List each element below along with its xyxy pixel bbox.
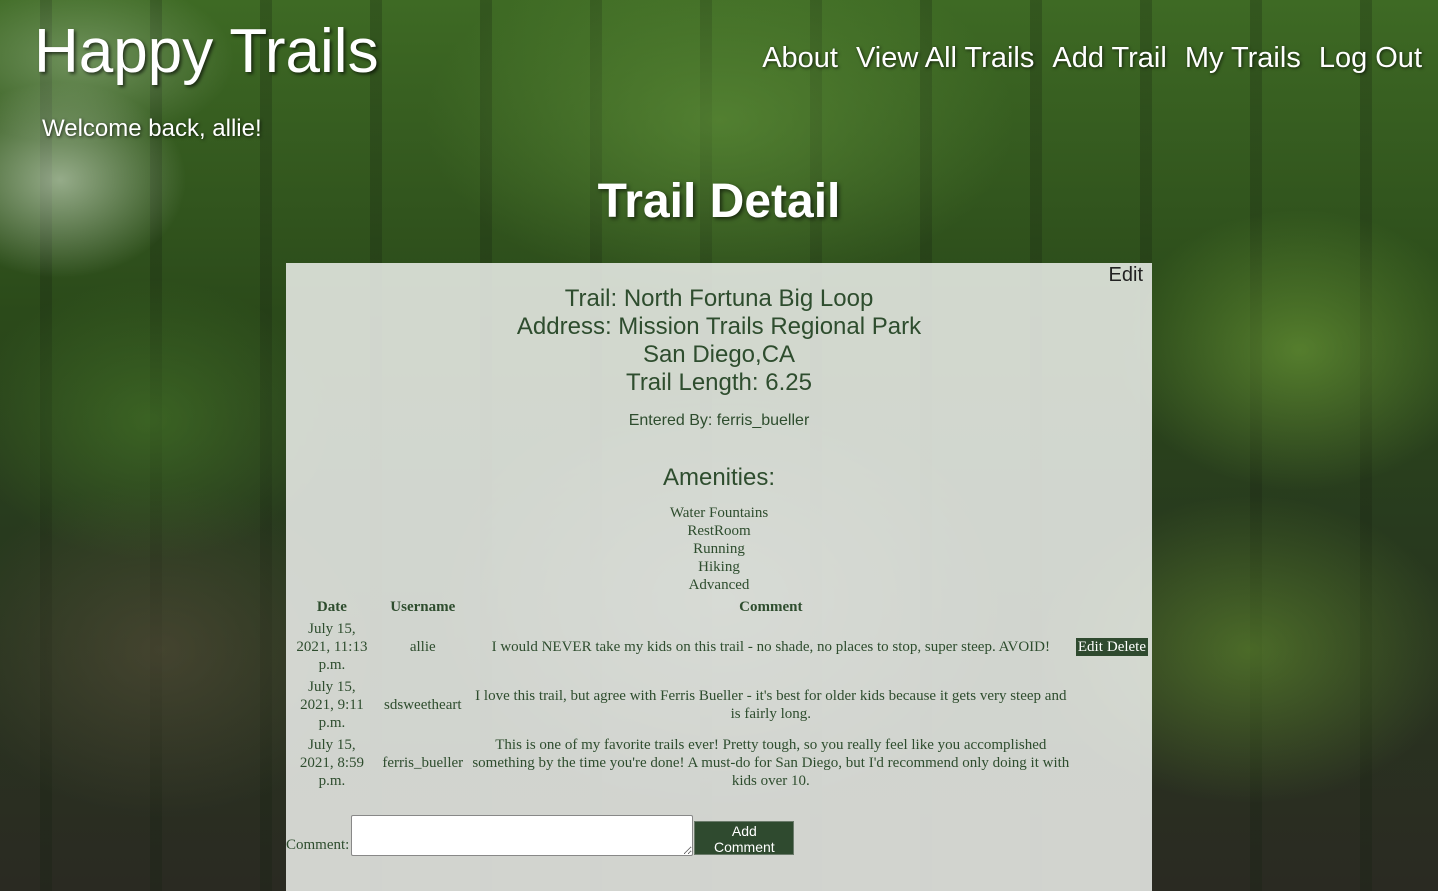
add-comment-form: Comment: Add Comment (286, 815, 795, 856)
comment-date: July 15, 2021, 9:11 p.m. (300, 679, 364, 731)
comment-date: July 15, 2021, 8:59 p.m. (299, 737, 364, 789)
amenities-heading: Amenities: (662, 464, 776, 491)
nav-view-all-trails[interactable]: View All Trails (856, 42, 1034, 75)
welcome-message: Welcome back, allie! (42, 115, 262, 142)
add-comment-button[interactable]: Add Comment (694, 821, 795, 855)
comment-username: ferris_bueller (382, 755, 464, 771)
comment-actions: Edit Delete (1074, 619, 1150, 675)
comment-actions (1074, 735, 1150, 791)
comment-username: allie (409, 639, 436, 655)
trail-detail-panel: Edit Trail: North Fortuna Big Loop Addre… (286, 263, 1152, 891)
comment-actions (1074, 677, 1150, 733)
comments-header-row: Date Username Comment (288, 598, 1150, 617)
comment-text: This is one of my favorite trails ever! … (472, 737, 1070, 789)
trail-city: San Diego,CA (642, 341, 796, 368)
amenity-item: Running (693, 541, 745, 557)
nav-add-trail[interactable]: Add Trail (1052, 42, 1166, 75)
comment-text: I love this trail, but agree with Ferris… (475, 688, 1067, 722)
amenities-list: Water Fountains RestRoom Running Hiking … (286, 504, 1152, 594)
delete-comment-button[interactable]: Delete (1104, 638, 1148, 656)
comment-username: sdsweetheart (384, 697, 462, 713)
edit-comment-button[interactable]: Edit (1075, 638, 1105, 656)
trail-length: Trail Length: 6.25 (626, 369, 812, 396)
nav-my-trails[interactable]: My Trails (1185, 42, 1301, 75)
table-row: July 15, 2021, 11:13 p.m. allie I would … (288, 619, 1150, 675)
comment-date: July 15, 2021, 11:13 p.m. (296, 621, 368, 673)
amenity-item: Advanced (688, 577, 750, 593)
header-username: Username (390, 599, 456, 615)
trail-info: Trail: North Fortuna Big Loop Address: M… (286, 285, 1152, 397)
entered-by: Entered By: ferris_bueller (628, 412, 810, 429)
comment-label: Comment: (286, 837, 350, 853)
amenity-item: Water Fountains (669, 505, 769, 521)
trail-address: Address: Mission Trails Regional Park (516, 313, 922, 340)
nav-log-out[interactable]: Log Out (1319, 42, 1422, 75)
table-row: July 15, 2021, 8:59 p.m. ferris_bueller … (288, 735, 1150, 791)
comments-table: Date Username Comment July 15, 2021, 11:… (286, 596, 1152, 793)
amenity-item: Hiking (698, 559, 740, 575)
trail-name: Trail: North Fortuna Big Loop (564, 285, 874, 312)
header-actions (1074, 598, 1150, 617)
main-nav: About View All Trails Add Trail My Trail… (762, 42, 1422, 75)
site-title[interactable]: Happy Trails (34, 16, 379, 87)
header-date: Date (316, 599, 347, 615)
comment-text: I would NEVER take my kids on this trail… (491, 639, 1051, 655)
comment-textarea[interactable] (351, 815, 694, 856)
nav-about[interactable]: About (762, 42, 838, 75)
amenity-item: RestRoom (687, 523, 751, 539)
table-row: July 15, 2021, 9:11 p.m. sdsweetheart I … (288, 677, 1150, 733)
edit-trail-link[interactable]: Edit (1109, 264, 1143, 287)
header-comment: Comment (739, 599, 803, 615)
page-title: Trail Detail (597, 175, 841, 228)
